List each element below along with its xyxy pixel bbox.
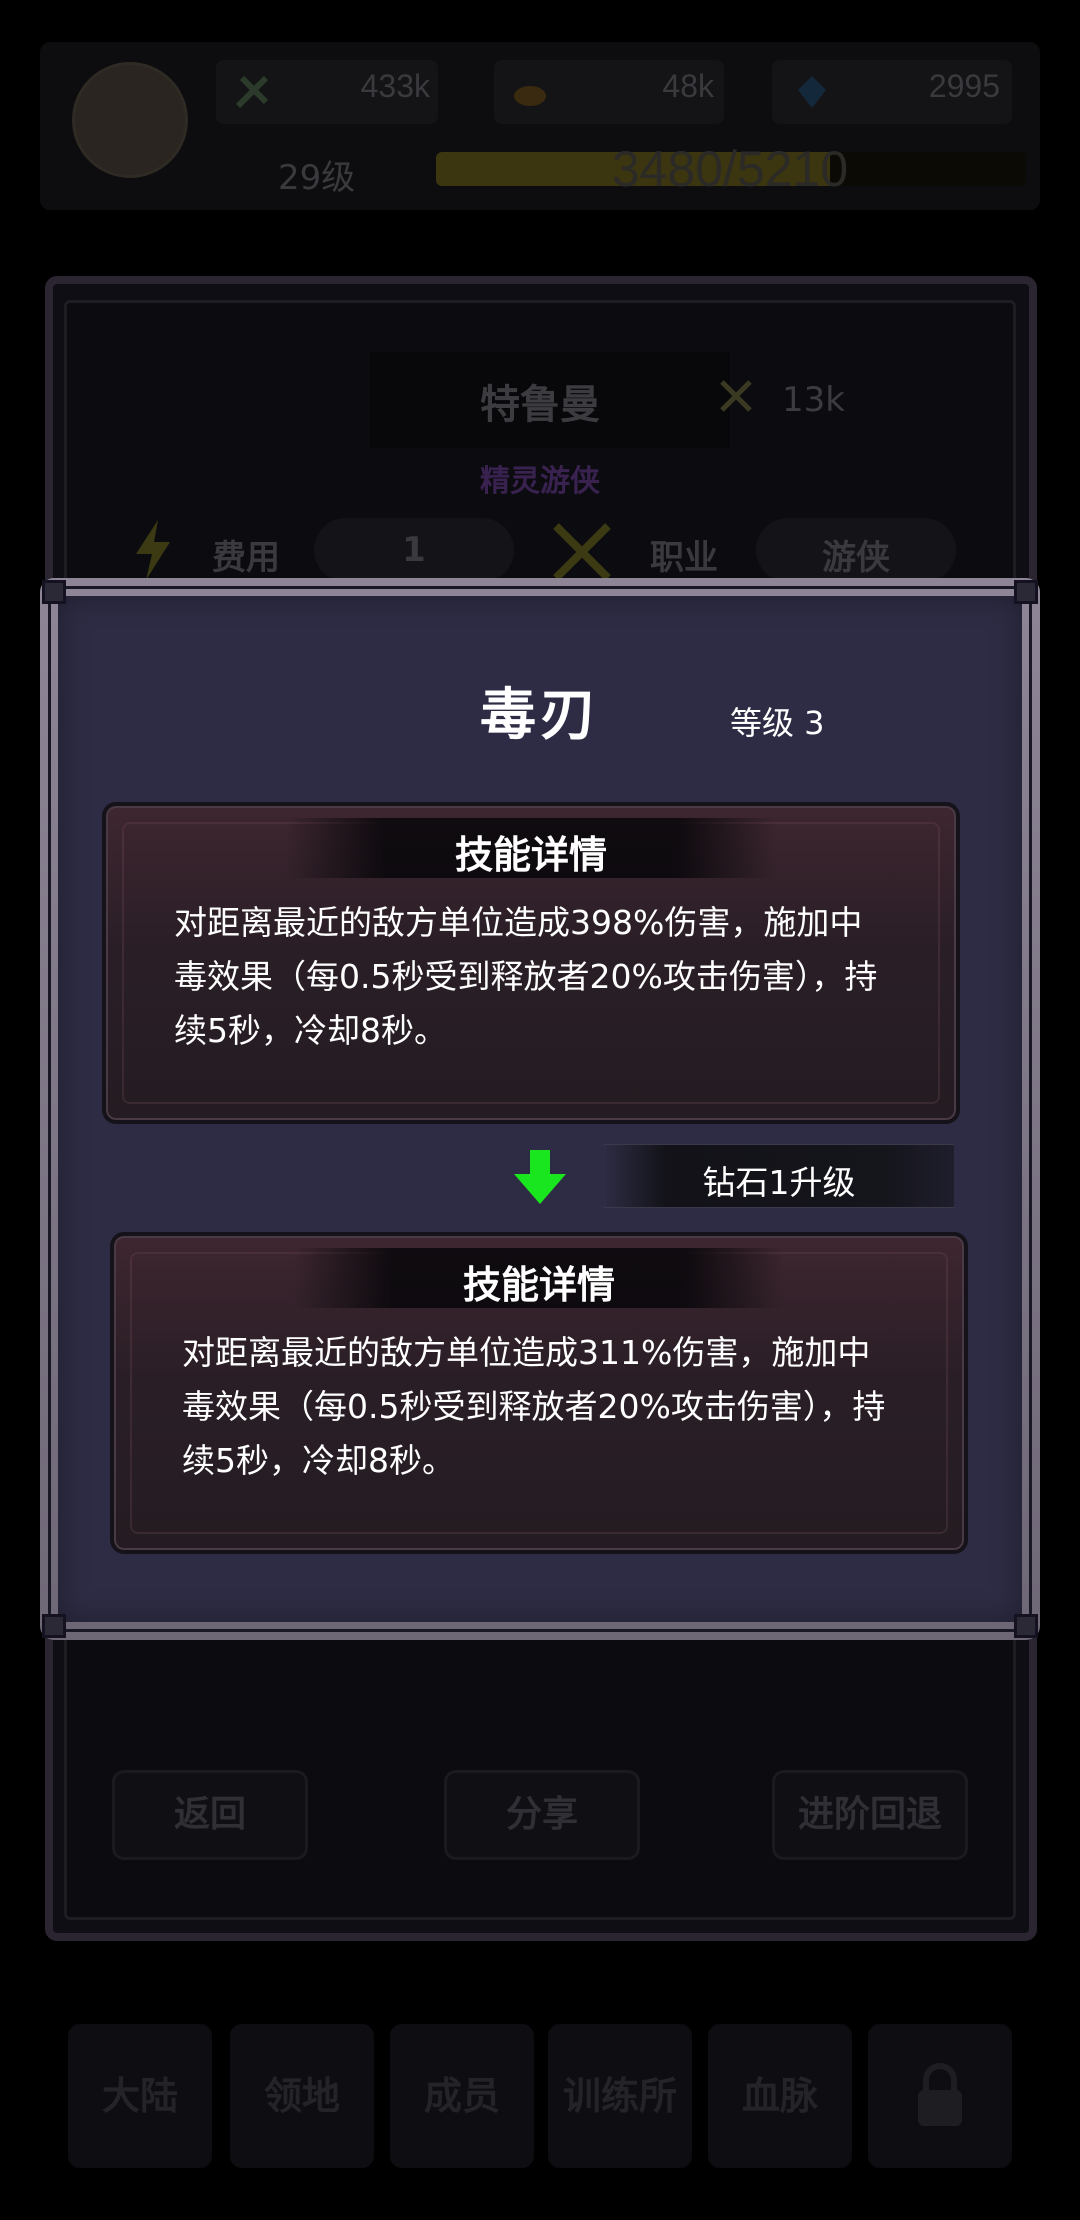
regress-button[interactable]: 进阶回退 <box>772 1770 968 1860</box>
popup-corner <box>42 1614 66 1638</box>
cost-label: 费用 <box>212 538 280 578</box>
nav-continent[interactable]: 大陆 <box>68 2024 212 2168</box>
lock-icon <box>918 2063 962 2126</box>
next-skill-card: 技能详情 对距离最近的敌方单位造成311%伤害，施加中毒效果（每0.5秒受到释放… <box>110 1232 968 1554</box>
nav-territory[interactable]: 领地 <box>230 2024 374 2168</box>
hero-name: 特鲁曼 <box>480 382 600 428</box>
nav-members[interactable]: 成员 <box>390 2024 534 2168</box>
card-header: 技能详情 <box>462 1263 615 1307</box>
diamond-icon <box>798 76 826 108</box>
diamond-value: 2995 <box>928 68 1000 104</box>
popup-corner <box>1014 580 1038 604</box>
power-icon <box>235 75 269 109</box>
nav-training[interactable]: 训练所 <box>548 2024 692 2168</box>
xp-text: 3480/5210 <box>611 141 849 197</box>
back-button[interactable]: 返回 <box>112 1770 308 1860</box>
hero-power: 13k <box>782 380 845 420</box>
upgrade-hint[interactable]: 钻石1升级 <box>604 1156 954 1204</box>
lightning-icon <box>136 520 170 580</box>
cost-value: 1 <box>402 530 426 570</box>
popup-corner <box>1014 1614 1038 1638</box>
skill-level: 等级 3 <box>730 704 825 742</box>
job-label: 职业 <box>650 538 718 578</box>
player-avatar[interactable] <box>72 62 188 178</box>
crossed-swords-icon <box>720 380 752 412</box>
skill-description: 对距离最近的敌方单位造成311%伤害，施加中毒效果（每0.5秒受到释放者20%攻… <box>182 1333 886 1480</box>
skill-title: 毒刃 <box>480 683 600 748</box>
nav-bloodline[interactable]: 血脉 <box>708 2024 852 2168</box>
arrow-down-icon <box>514 1150 566 1204</box>
power-value: 433k <box>360 68 430 104</box>
card-header: 技能详情 <box>454 833 607 877</box>
player-level: 29级 <box>278 158 356 198</box>
gold-value: 48k <box>662 68 714 104</box>
share-button[interactable]: 分享 <box>444 1770 640 1860</box>
popup-corner <box>42 580 66 604</box>
swords-icon <box>553 523 611 581</box>
nav-locked[interactable] <box>868 2024 1012 2168</box>
hero-class: 精灵游侠 <box>480 464 600 499</box>
gold-icon <box>514 86 546 106</box>
current-skill-card: 技能详情 对距离最近的敌方单位造成398%伤害，施加中毒效果（每0.5秒受到释放… <box>102 802 960 1124</box>
job-value: 游侠 <box>822 538 890 578</box>
skill-description: 对距离最近的敌方单位造成398%伤害，施加中毒效果（每0.5秒受到释放者20%攻… <box>174 903 878 1050</box>
